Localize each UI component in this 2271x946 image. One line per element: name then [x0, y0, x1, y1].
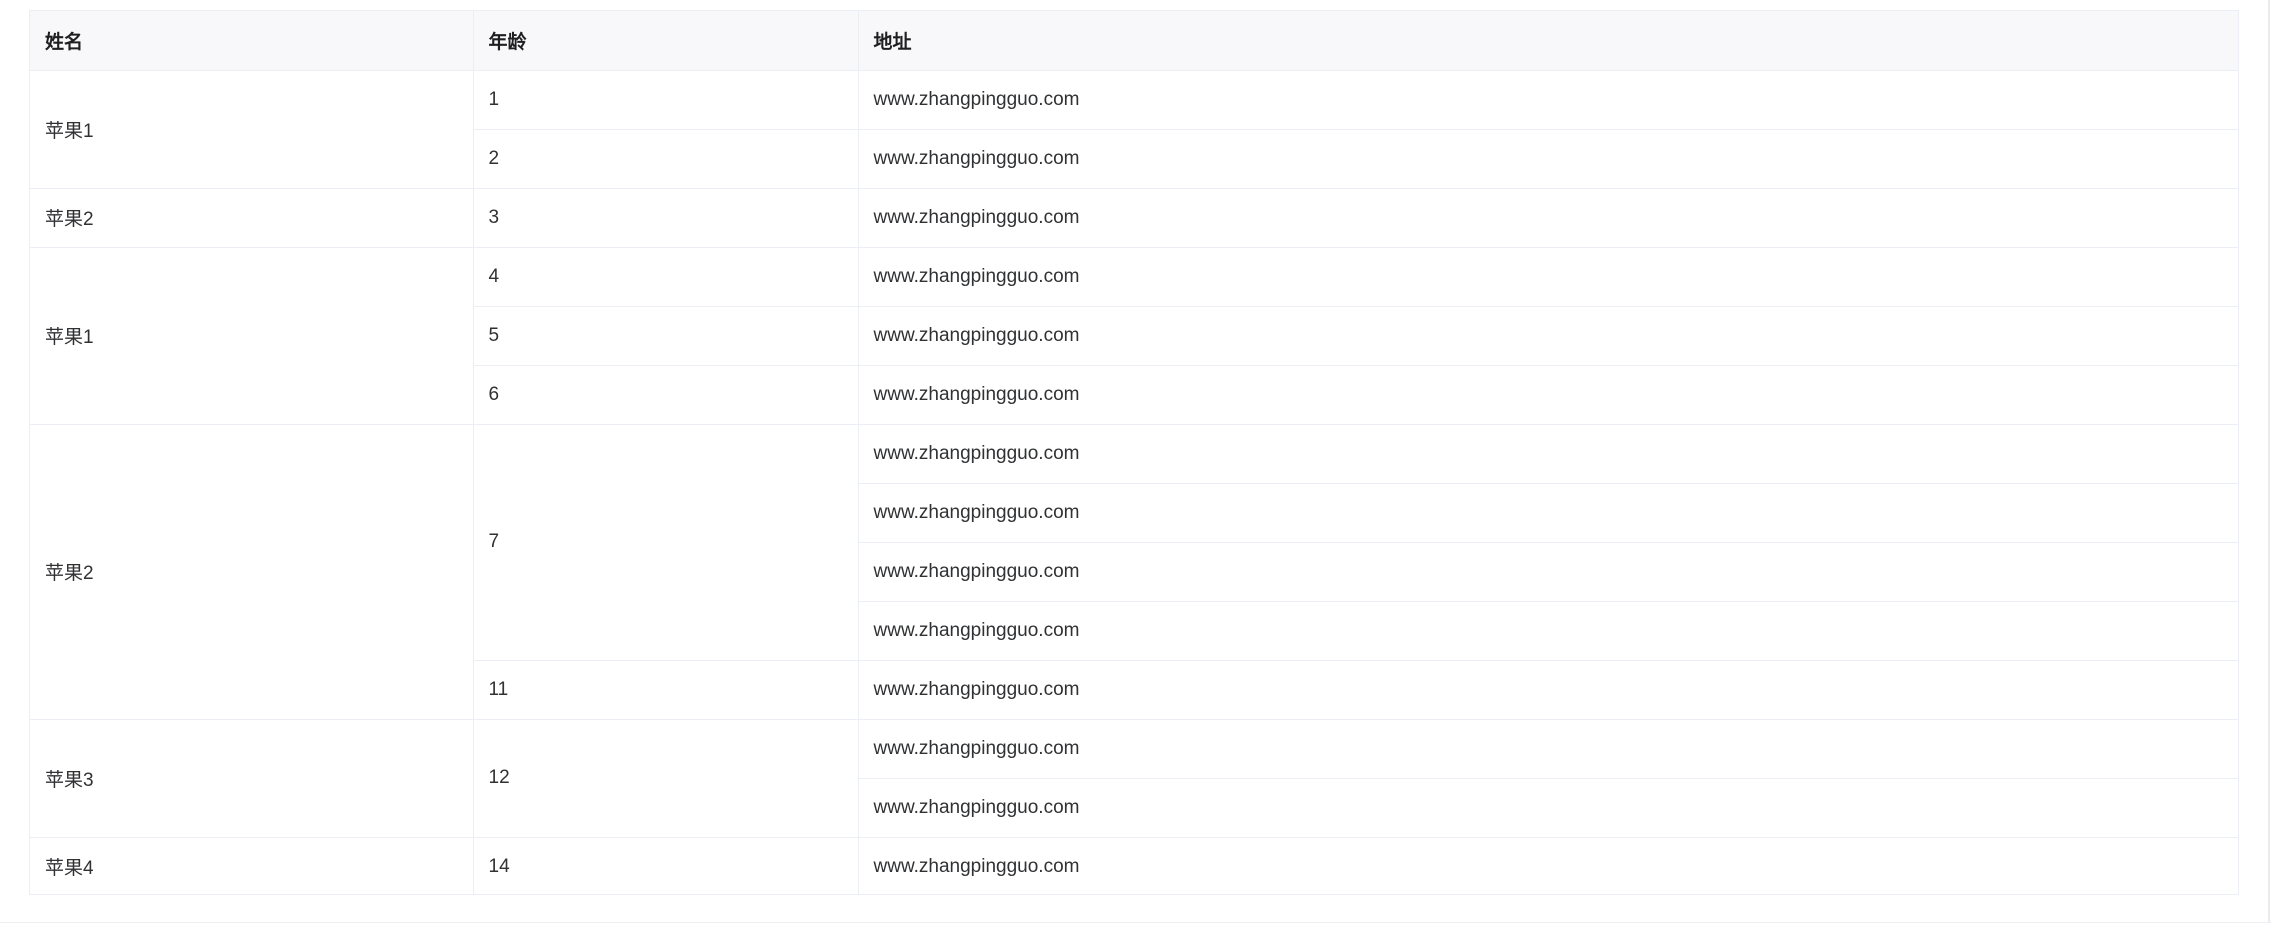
table-row: 苹果1 4 www.zhangpingguo.com — [30, 247, 2238, 425]
age-cell[interactable]: 12 — [473, 719, 859, 838]
age-cell[interactable]: 3 — [473, 188, 859, 248]
data-table: 姓名 年龄 地址 苹果1 1 www.zhangpingguo.com 2 ww… — [29, 10, 2239, 895]
name-cell[interactable]: 苹果1 — [30, 247, 474, 425]
address-cell[interactable]: www.zhangpingguo.com — [858, 719, 2238, 779]
table-row: 苹果2 3 www.zhangpingguo.com — [30, 188, 2238, 248]
column-header-name[interactable]: 姓名 — [30, 11, 474, 71]
table-row: 苹果2 7 www.zhangpingguo.com — [30, 424, 2238, 720]
page: 姓名 年龄 地址 苹果1 1 www.zhangpingguo.com 2 ww… — [0, 0, 2271, 946]
table-row: 苹果3 12 www.zhangpingguo.com — [30, 719, 2238, 838]
address-cell[interactable]: www.zhangpingguo.com — [858, 837, 2238, 894]
age-cell[interactable]: 6 — [473, 365, 859, 425]
age-cell[interactable]: 2 — [473, 129, 859, 189]
address-cell[interactable]: www.zhangpingguo.com — [858, 70, 2238, 130]
merged-cell-table: 姓名 年龄 地址 苹果1 1 www.zhangpingguo.com 2 ww… — [30, 11, 2238, 894]
age-cell[interactable]: 14 — [473, 837, 859, 894]
table-body: 苹果1 1 www.zhangpingguo.com 2 www.zhangpi… — [30, 70, 2238, 894]
age-cell[interactable]: 11 — [473, 660, 859, 720]
table-row: 苹果4 14 www.zhangpingguo.com — [30, 837, 2238, 894]
address-cell[interactable]: www.zhangpingguo.com — [858, 129, 2238, 189]
vertical-scrollbar[interactable] — [2268, 0, 2270, 922]
address-cell[interactable]: www.zhangpingguo.com — [858, 365, 2238, 425]
age-cell[interactable]: 4 — [473, 247, 859, 307]
column-header-address[interactable]: 地址 — [858, 11, 2238, 71]
name-cell[interactable]: 苹果2 — [30, 424, 474, 720]
age-cell[interactable]: 7 — [473, 424, 859, 661]
column-header-age[interactable]: 年龄 — [473, 11, 859, 71]
address-cell[interactable]: www.zhangpingguo.com — [858, 483, 2238, 543]
address-cell[interactable]: www.zhangpingguo.com — [858, 778, 2238, 838]
header-row: 姓名 年龄 地址 — [30, 11, 2238, 71]
name-cell[interactable]: 苹果2 — [30, 188, 474, 248]
address-cell[interactable]: www.zhangpingguo.com — [858, 306, 2238, 366]
table-header: 姓名 年龄 地址 — [30, 11, 2238, 71]
name-cell[interactable]: 苹果1 — [30, 70, 474, 189]
page-bottom-divider — [0, 922, 2271, 923]
name-cell[interactable]: 苹果4 — [30, 837, 474, 894]
address-cell[interactable]: www.zhangpingguo.com — [858, 424, 2238, 484]
table-row: 苹果1 1 www.zhangpingguo.com — [30, 70, 2238, 189]
address-cell[interactable]: www.zhangpingguo.com — [858, 601, 2238, 661]
address-cell[interactable]: www.zhangpingguo.com — [858, 542, 2238, 602]
age-cell[interactable]: 1 — [473, 70, 859, 130]
address-cell[interactable]: www.zhangpingguo.com — [858, 247, 2238, 307]
name-cell[interactable]: 苹果3 — [30, 719, 474, 838]
age-cell[interactable]: 5 — [473, 306, 859, 366]
address-cell[interactable]: www.zhangpingguo.com — [858, 188, 2238, 248]
address-cell[interactable]: www.zhangpingguo.com — [858, 660, 2238, 720]
